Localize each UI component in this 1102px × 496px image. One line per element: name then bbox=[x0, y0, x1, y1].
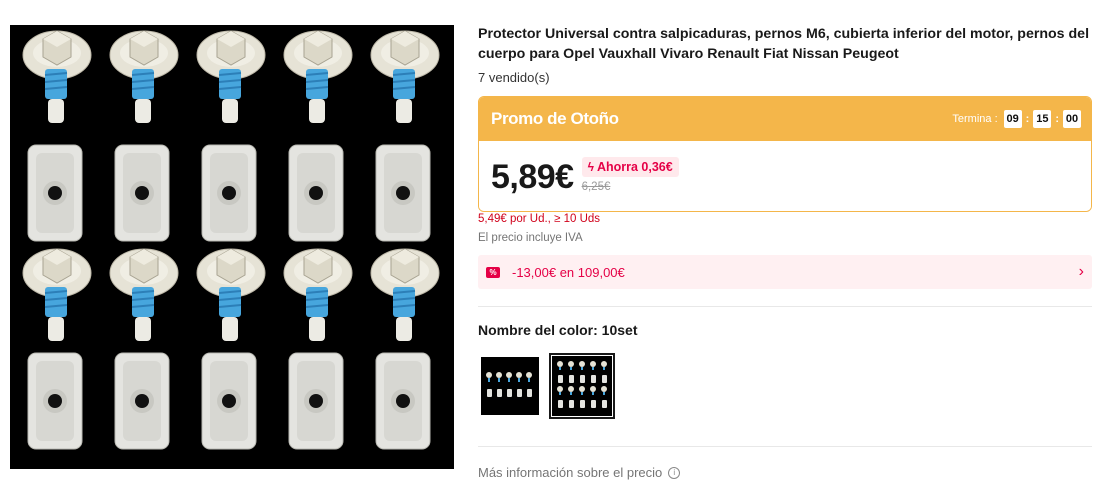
bolt-row-2 bbox=[22, 248, 440, 342]
product-photo bbox=[22, 30, 440, 450]
original-price: 6,25€ bbox=[581, 181, 611, 193]
sold-count: 7 vendido(s) bbox=[478, 70, 550, 85]
chevron-right-icon[interactable]: › bbox=[1079, 263, 1084, 281]
coupon-text: -13,00€ en 109,00€ bbox=[512, 264, 625, 280]
product-title: Protector Universal contra salpicaduras,… bbox=[478, 26, 1090, 62]
bulk-price: 5,49€ por Ud., ≥ 10 Uds bbox=[478, 213, 601, 225]
divider bbox=[478, 306, 1092, 307]
swatch-thumbnail bbox=[486, 372, 532, 397]
savings-text: Ahorra 0,36€ bbox=[596, 160, 673, 174]
clip-row-2 bbox=[27, 352, 431, 450]
ends-label: Termina : bbox=[952, 113, 998, 125]
savings: ϟ Ahorra 0,36€ 6,25€ bbox=[581, 157, 679, 193]
color-swatch-2[interactable] bbox=[549, 353, 615, 419]
swatch-thumbnail bbox=[557, 361, 607, 408]
more-info-text: Más información sobre el precio bbox=[478, 465, 663, 480]
vat-note: El precio incluye IVA bbox=[478, 232, 583, 244]
color-name-label: Nombre del color: 10set bbox=[478, 322, 638, 338]
countdown-hours: 09 bbox=[1003, 110, 1022, 128]
price-row: 5,89€ ϟ Ahorra 0,36€ 6,25€ bbox=[479, 141, 1091, 211]
promo-name: Promo de Otoño bbox=[491, 109, 619, 128]
promo-header: Promo de Otoño Termina : 09 : 15 : 00 bbox=[479, 97, 1091, 141]
countdown-minutes: 15 bbox=[1033, 110, 1052, 128]
savings-badge: ϟ Ahorra 0,36€ bbox=[581, 157, 679, 177]
countdown-seconds: 00 bbox=[1063, 110, 1081, 128]
coupon-banner[interactable]: % -13,00€ en 109,00€ › bbox=[478, 255, 1092, 289]
more-price-info[interactable]: Más información sobre el precio i bbox=[478, 465, 681, 480]
coupon-icon: % bbox=[486, 266, 500, 278]
promo-box: Promo de Otoño Termina : 09 : 15 : 00 5,… bbox=[478, 96, 1092, 212]
lightning-icon: ϟ bbox=[587, 160, 594, 174]
bolt-row-1 bbox=[22, 30, 440, 124]
divider bbox=[478, 446, 1092, 447]
info-icon: i bbox=[668, 466, 681, 479]
current-price: 5,89€ bbox=[491, 157, 574, 196]
product-image[interactable] bbox=[10, 25, 454, 469]
product-info: Protector Universal contra salpicaduras,… bbox=[478, 24, 1092, 85]
color-swatch-1[interactable] bbox=[481, 357, 539, 415]
clip-row-1 bbox=[27, 144, 431, 242]
countdown: Termina : 09 : 15 : 00 bbox=[952, 110, 1081, 128]
